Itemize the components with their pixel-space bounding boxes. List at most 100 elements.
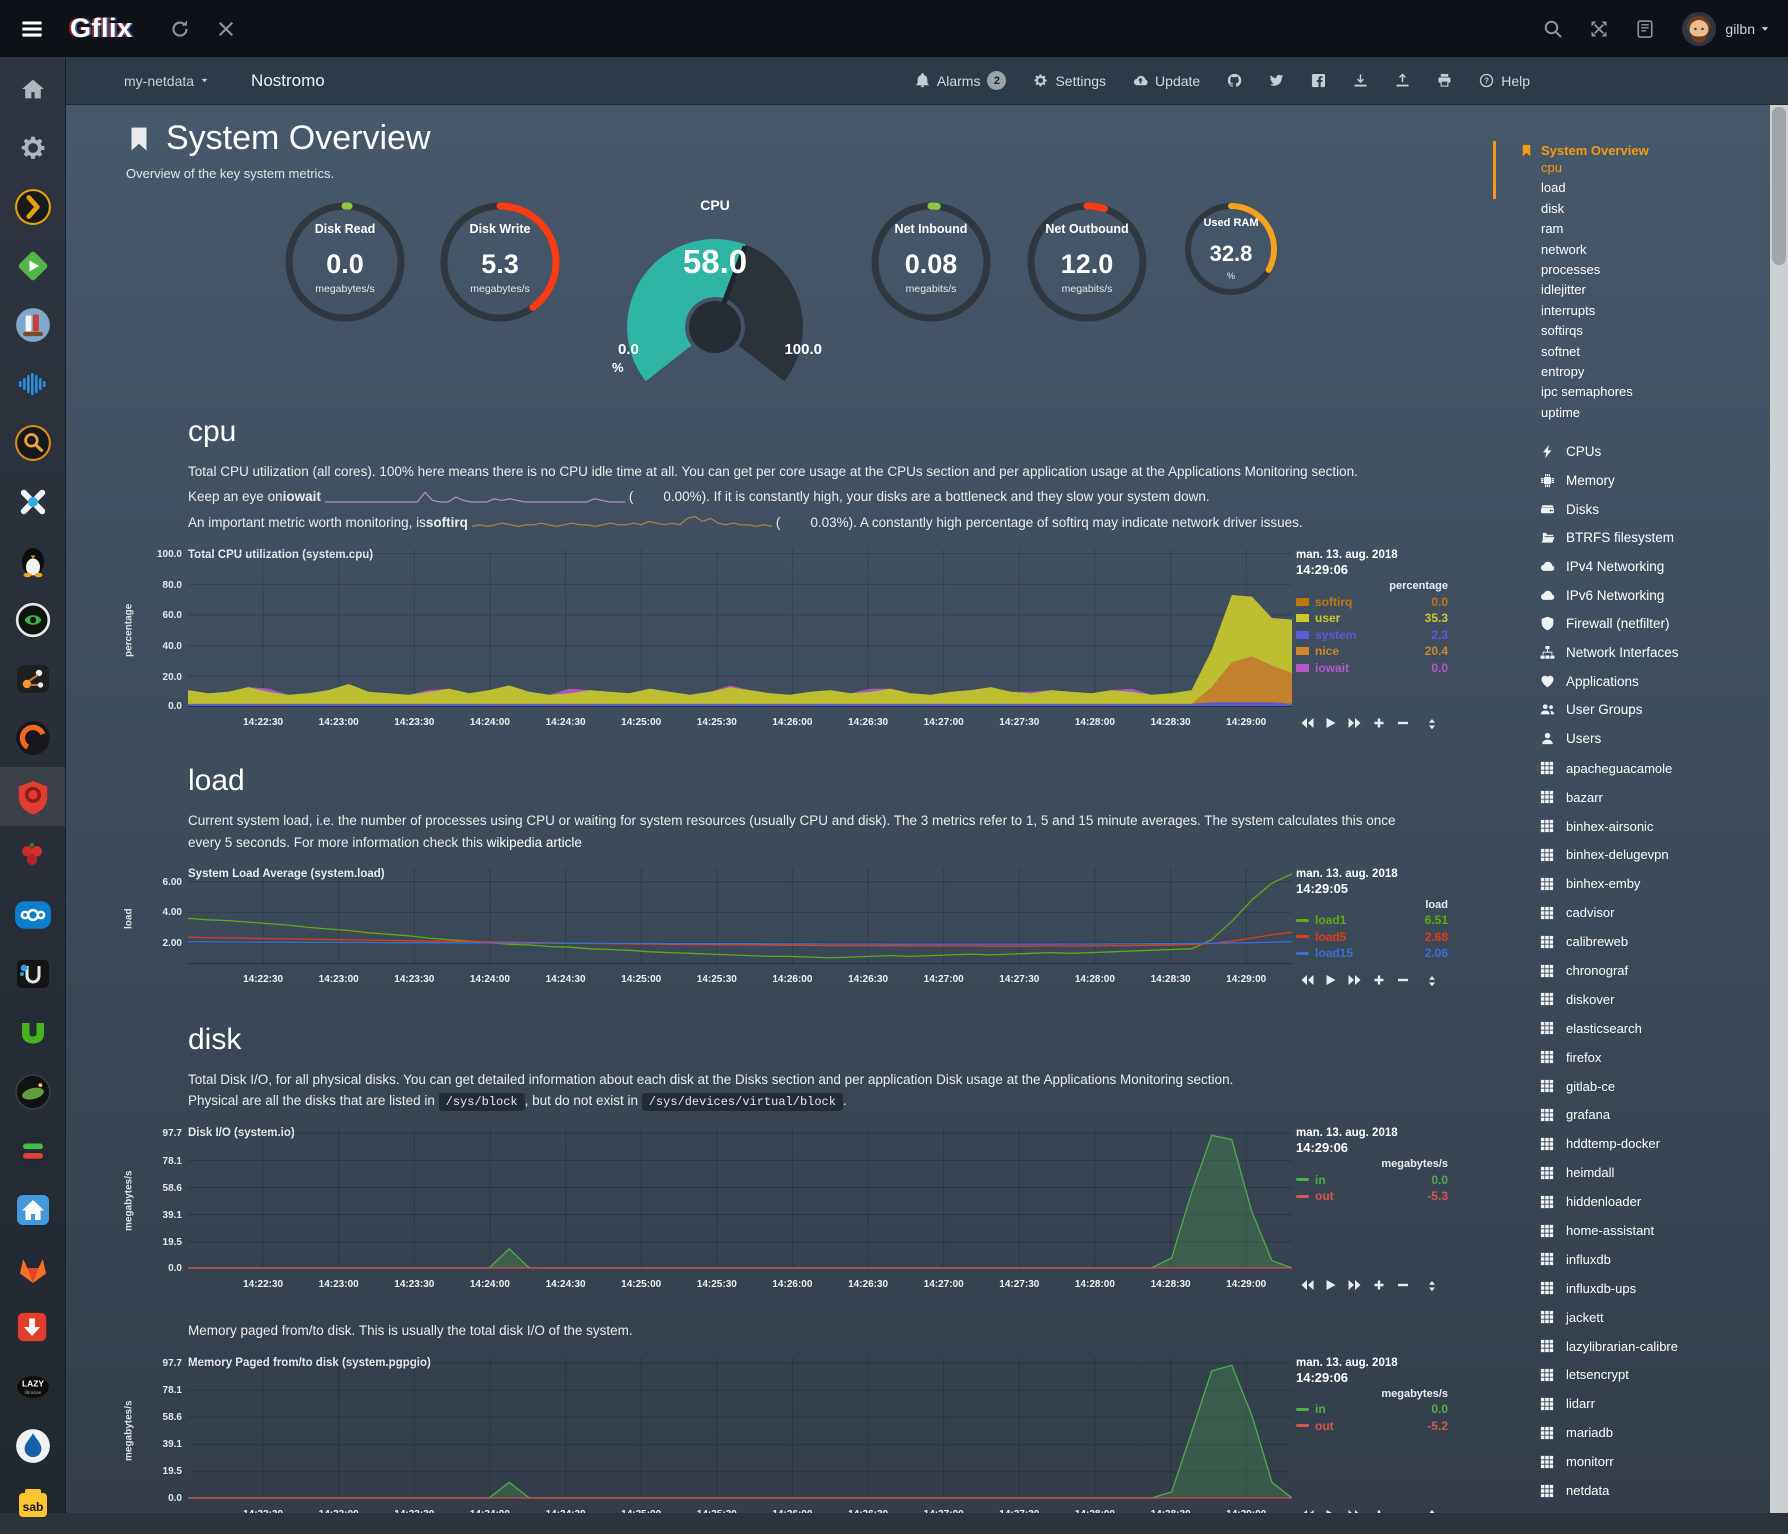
- changelog-icon[interactable]: [1635, 19, 1655, 39]
- disk-io-chart[interactable]: Disk I/O (system.io)man. 13. aug. 201814…: [126, 1127, 1448, 1296]
- organizr-x-icon[interactable]: [0, 472, 65, 531]
- sidebar-item-uptime[interactable]: uptime: [1494, 403, 1770, 423]
- avatar[interactable]: [1682, 12, 1716, 46]
- chart-fwd-button[interactable]: [1348, 973, 1362, 985]
- cpu-gauge[interactable]: CPU58.00.0100.0%: [610, 197, 820, 383]
- chart-plot[interactable]: [188, 1357, 1292, 1499]
- sidebar-app-letsencrypt[interactable]: letsencrypt: [1494, 1361, 1770, 1390]
- sidebar-app-grafana[interactable]: grafana: [1494, 1101, 1770, 1130]
- sabnzbd-icon[interactable]: sab: [0, 1475, 65, 1534]
- server-dropdown[interactable]: my-netdata: [124, 73, 209, 89]
- legend-out[interactable]: out-5.3: [1296, 1189, 1448, 1203]
- chart-fwd-button[interactable]: [1348, 1278, 1362, 1290]
- sidebar-app-netdata[interactable]: netdata: [1494, 1476, 1770, 1505]
- print-button[interactable]: [1437, 73, 1452, 88]
- chart-plot[interactable]: [188, 1127, 1292, 1269]
- sidebar-group-memory[interactable]: Memory: [1494, 466, 1770, 495]
- page-scrollbar[interactable]: [1770, 105, 1788, 1513]
- airsonic-icon[interactable]: [0, 354, 65, 413]
- sidebar-item-interrupts[interactable]: interrupts: [1494, 301, 1770, 321]
- sidebar-app-influxdb[interactable]: influxdb: [1494, 1245, 1770, 1274]
- berries-icon[interactable]: [0, 826, 65, 885]
- legend-load1[interactable]: load16.51: [1296, 913, 1448, 927]
- export-button[interactable]: [1395, 73, 1410, 88]
- chart-minus-button[interactable]: [1396, 973, 1410, 985]
- green-u-icon[interactable]: [0, 1003, 65, 1062]
- chart-play-button[interactable]: [1324, 716, 1338, 728]
- sidebar-app-jackett[interactable]: jackett: [1494, 1303, 1770, 1332]
- scrollbar-thumb[interactable]: [1772, 107, 1786, 265]
- chart-minus-button[interactable]: [1396, 716, 1410, 728]
- sidebar-item-disk[interactable]: disk: [1494, 199, 1770, 219]
- sidebar-app-lidarr[interactable]: lidarr: [1494, 1389, 1770, 1418]
- sidebar-item-processes[interactable]: processes: [1494, 260, 1770, 280]
- close-tab-icon[interactable]: [216, 19, 236, 39]
- sidebar-app-apacheguacamole[interactable]: apacheguacamole: [1494, 754, 1770, 783]
- legend-iowait[interactable]: iowait0.0: [1296, 661, 1448, 675]
- chart-resize-handle[interactable]: [1426, 1278, 1438, 1290]
- unraid-icon[interactable]: [0, 944, 65, 1003]
- sidebar-group-network-interfaces[interactable]: Network Interfaces: [1494, 638, 1770, 667]
- sidebar-app-hddtemp-docker[interactable]: hddtemp-docker: [1494, 1129, 1770, 1158]
- home-icon[interactable]: [0, 59, 65, 118]
- used-ram-gauge[interactable]: Used RAM32.8%: [1179, 197, 1283, 301]
- chart-back-button[interactable]: [1300, 973, 1314, 985]
- import-button[interactable]: [1353, 73, 1368, 88]
- chart-minus-button[interactable]: [1396, 1508, 1410, 1513]
- deluge-icon[interactable]: [0, 1416, 65, 1475]
- net-inbound-gauge[interactable]: Net Inbound0.08megabits/s: [866, 197, 996, 327]
- sidebar-item-network[interactable]: network: [1494, 240, 1770, 260]
- emby-icon[interactable]: [0, 236, 65, 295]
- nextcloud-icon[interactable]: [0, 885, 65, 944]
- sidebar-item-load[interactable]: load: [1494, 178, 1770, 198]
- sidebar-item-entropy[interactable]: entropy: [1494, 362, 1770, 382]
- sidebar-app-elasticsearch[interactable]: elasticsearch: [1494, 1014, 1770, 1043]
- sidebar-app-cadvisor[interactable]: cadvisor: [1494, 898, 1770, 927]
- monitorr-icon[interactable]: [0, 1121, 65, 1180]
- cpu-chart[interactable]: Total CPU utilization (system.cpu)man. 1…: [126, 549, 1448, 734]
- sidebar-system-overview[interactable]: System Overview: [1494, 143, 1770, 158]
- sidebar-item-softirqs[interactable]: softirqs: [1494, 321, 1770, 341]
- sidebar-group-ipv4-networking[interactable]: IPv4 Networking: [1494, 552, 1770, 581]
- chart-plus-button[interactable]: [1372, 973, 1386, 985]
- twitter-link[interactable]: [1269, 73, 1284, 88]
- node-graph-icon[interactable]: [0, 649, 65, 708]
- chart-plus-button[interactable]: [1372, 716, 1386, 728]
- chart-resize-handle[interactable]: [1426, 1508, 1438, 1513]
- load-chart[interactable]: System Load Average (system.load)man. 13…: [126, 868, 1448, 991]
- home-assistant-icon[interactable]: [0, 1180, 65, 1239]
- chart-resize-handle[interactable]: [1426, 973, 1438, 985]
- chart-play-button[interactable]: [1324, 973, 1338, 985]
- sidebar-app-hiddenloader[interactable]: hiddenloader: [1494, 1187, 1770, 1216]
- jdownloader-icon[interactable]: [0, 1298, 65, 1357]
- sidebar-app-firefox[interactable]: firefox: [1494, 1043, 1770, 1072]
- dish-icon[interactable]: [0, 1062, 65, 1121]
- chart-fwd-button[interactable]: [1348, 716, 1362, 728]
- sidebar-group-cpus[interactable]: CPUs: [1494, 437, 1770, 466]
- sidebar-group-ipv6-networking[interactable]: IPv6 Networking: [1494, 581, 1770, 610]
- sidebar-group-disks[interactable]: Disks: [1494, 495, 1770, 524]
- legend-nice[interactable]: nice20.4: [1296, 644, 1448, 658]
- sidebar-item-ram[interactable]: ram: [1494, 219, 1770, 239]
- chart-resize-handle[interactable]: [1426, 716, 1438, 728]
- grafana-icon[interactable]: [0, 708, 65, 767]
- sidebar-app-lazylibrarian-calibre[interactable]: lazylibrarian-calibre: [1494, 1332, 1770, 1361]
- sidebar-group-firewall-netfilter-[interactable]: Firewall (netfilter): [1494, 609, 1770, 638]
- legend-softirq[interactable]: softirq0.0: [1296, 595, 1448, 609]
- sidebar-app-heimdall[interactable]: heimdall: [1494, 1158, 1770, 1187]
- refresh-icon[interactable]: [170, 19, 190, 39]
- sidebar-group-users[interactable]: Users: [1494, 724, 1770, 753]
- webgrab-icon[interactable]: [0, 590, 65, 649]
- sidebar-item-cpu[interactable]: cpu: [1494, 158, 1770, 178]
- sidebar-app-gitlab-ce[interactable]: gitlab-ce: [1494, 1072, 1770, 1101]
- legend-user[interactable]: user35.3: [1296, 611, 1448, 625]
- chart-plus-button[interactable]: [1372, 1278, 1386, 1290]
- legend-load5[interactable]: load52.68: [1296, 930, 1448, 944]
- sidebar-group-user-groups[interactable]: User Groups: [1494, 695, 1770, 724]
- sidebar-group-applications[interactable]: Applications: [1494, 667, 1770, 696]
- sidebar-app-influxdb-ups[interactable]: influxdb-ups: [1494, 1274, 1770, 1303]
- help-button[interactable]: ?Help: [1479, 73, 1530, 89]
- sidebar-item-idlejitter[interactable]: idlejitter: [1494, 280, 1770, 300]
- brand-logo[interactable]: Gflix: [70, 13, 133, 44]
- disk-read-gauge[interactable]: Disk Read0.0megabytes/s: [280, 197, 410, 327]
